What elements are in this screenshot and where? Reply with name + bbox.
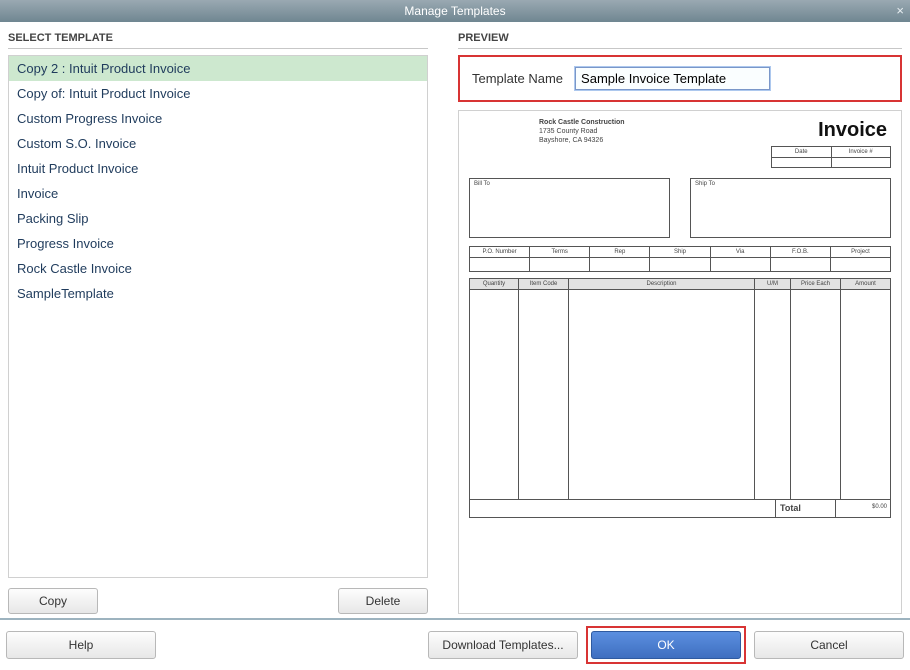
invoice-info-cell <box>711 258 771 272</box>
invoice-info-col: Via <box>711 246 771 258</box>
invoice-info-cell <box>530 258 590 272</box>
invoice-total-spacer <box>469 500 775 518</box>
invoice-col-header: Price Each <box>791 278 841 290</box>
copy-button[interactable]: Copy <box>8 588 98 614</box>
invoice-info-col: Project <box>831 246 891 258</box>
invoice-addr2: Bayshore, CA 94326 <box>539 137 625 146</box>
invoice-col-body <box>755 290 791 500</box>
cancel-button[interactable]: Cancel <box>754 631 904 659</box>
template-item[interactable]: Packing Slip <box>9 206 427 231</box>
invoice-date-label: Date <box>771 146 832 158</box>
invoice-col-header: Description <box>569 278 755 290</box>
template-item[interactable]: Custom Progress Invoice <box>9 106 427 131</box>
invoice-number-label: Invoice # <box>832 146 892 158</box>
invoice-company-block: Rock Castle Construction 1735 County Roa… <box>539 119 625 168</box>
invoice-info-cell <box>590 258 650 272</box>
invoice-total-label: Total <box>775 500 835 518</box>
template-item[interactable]: Invoice <box>9 181 427 206</box>
window-titlebar: Manage Templates × <box>0 0 910 22</box>
invoice-col-body <box>519 290 569 500</box>
delete-button[interactable]: Delete <box>338 588 428 614</box>
template-item[interactable]: Progress Invoice <box>9 231 427 256</box>
invoice-info-col: Rep <box>590 246 650 258</box>
invoice-col-header: U/M <box>755 278 791 290</box>
invoice-info-cell <box>650 258 710 272</box>
help-button[interactable]: Help <box>6 631 156 659</box>
invoice-addr1: 1735 County Road <box>539 128 625 137</box>
template-item[interactable]: SampleTemplate <box>9 281 427 306</box>
invoice-info-cell <box>831 258 891 272</box>
template-list[interactable]: Copy 2 : Intuit Product InvoiceCopy of: … <box>8 55 428 578</box>
invoice-col-body <box>791 290 841 500</box>
invoice-columns-header: QuantityItem CodeDescriptionU/MPrice Eac… <box>469 278 891 290</box>
template-item[interactable]: Copy 2 : Intuit Product Invoice <box>9 56 427 81</box>
dialog-footer: Help Download Templates... OK Cancel <box>0 618 910 670</box>
invoice-col-header: Item Code <box>519 278 569 290</box>
preview-header: PREVIEW <box>458 32 902 49</box>
template-item[interactable]: Rock Castle Invoice <box>9 256 427 281</box>
invoice-info-header: P.O. NumberTermsRepShipViaF.O.B.Project <box>469 246 891 258</box>
template-item[interactable]: Copy of: Intuit Product Invoice <box>9 81 427 106</box>
invoice-title: Invoice <box>771 119 887 142</box>
select-template-header: SELECT TEMPLATE <box>8 32 428 49</box>
template-name-row: Template Name <box>458 55 902 102</box>
invoice-info-col: Terms <box>530 246 590 258</box>
window-title: Manage Templates <box>404 4 505 18</box>
ok-button[interactable]: OK <box>591 631 741 659</box>
download-templates-button[interactable]: Download Templates... <box>428 631 578 659</box>
template-item[interactable]: Custom S.O. Invoice <box>9 131 427 156</box>
invoice-date-value <box>771 158 832 168</box>
invoice-total-amount: $0.00 <box>835 500 891 518</box>
invoice-col-body <box>469 290 519 500</box>
invoice-info-cell <box>771 258 831 272</box>
invoice-info-cell <box>469 258 530 272</box>
ok-highlight: OK <box>586 626 746 664</box>
invoice-col-header: Quantity <box>469 278 519 290</box>
shipto-box: Ship To <box>690 178 891 238</box>
invoice-col-body <box>841 290 891 500</box>
close-icon[interactable]: × <box>896 0 904 22</box>
billto-box: Bill To <box>469 178 670 238</box>
invoice-info-col: Ship <box>650 246 710 258</box>
invoice-company-name: Rock Castle Construction <box>539 119 625 128</box>
invoice-number-value <box>832 158 892 168</box>
invoice-info-col: P.O. Number <box>469 246 530 258</box>
invoice-col-body <box>569 290 755 500</box>
invoice-info-col: F.O.B. <box>771 246 831 258</box>
invoice-col-header: Amount <box>841 278 891 290</box>
template-name-input[interactable] <box>575 67 770 90</box>
invoice-info-values <box>469 258 891 272</box>
template-name-label: Template Name <box>472 71 563 86</box>
invoice-columns-body <box>469 290 891 500</box>
preview-panel: Rock Castle Construction 1735 County Roa… <box>458 110 902 614</box>
template-item[interactable]: Intuit Product Invoice <box>9 156 427 181</box>
